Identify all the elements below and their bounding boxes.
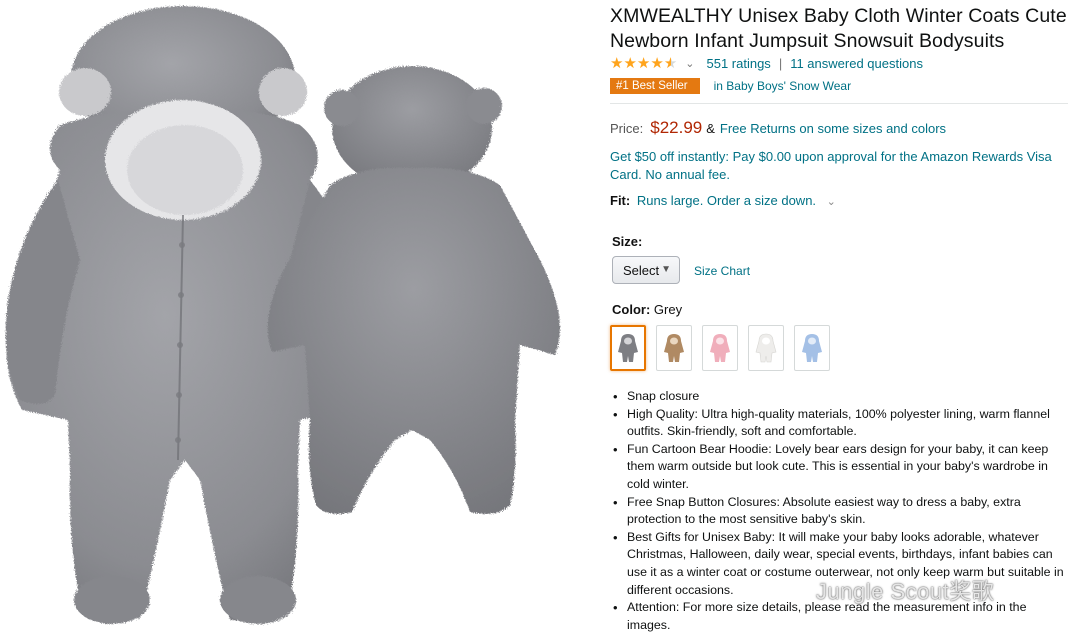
feature-bullet: Free Snap Button Closures: Absolute easi… xyxy=(610,494,1072,529)
price-amp: & xyxy=(706,121,715,136)
size-chart-link[interactable]: Size Chart xyxy=(694,264,750,278)
feature-bullet: Fun Cartoon Bear Hoodie: Lovely bear ear… xyxy=(610,441,1072,494)
feature-bullet: High Quality: Ultra high-quality materia… xyxy=(610,406,1072,441)
chevron-down-icon[interactable]: ⌄ xyxy=(685,57,694,70)
free-returns-link[interactable]: Free Returns on some sizes and colors xyxy=(720,121,946,136)
product-title: XMWEALTHY Unisex Baby Cloth Winter Coats… xyxy=(610,5,1067,52)
price-value: $22.99 xyxy=(650,118,703,137)
product-photo xyxy=(5,6,560,624)
feature-bullet: Best Gifts for Unisex Baby: It will make… xyxy=(610,529,1072,599)
fit-row: Fit: Runs large. Order a size down. ⌄ xyxy=(610,193,836,208)
price-row: Price: $22.99 & Free Returns on some siz… xyxy=(610,118,946,138)
snowsuit-thumbnail-icon xyxy=(755,333,777,363)
divider xyxy=(610,103,1068,104)
size-dropdown-value: Select xyxy=(623,262,660,278)
best-seller-category-link[interactable]: in Baby Boys' Snow Wear xyxy=(714,79,851,93)
star-rating[interactable]: ★ ★ ★ ★ ★ xyxy=(610,56,677,71)
feature-bullets: Snap closure High Quality: Ultra high-qu… xyxy=(610,388,1072,634)
color-label: Color: xyxy=(612,302,651,317)
chevron-down-icon[interactable]: ⌄ xyxy=(827,196,836,208)
ratings-link[interactable]: 551 ratings xyxy=(706,56,770,71)
best-seller-badge[interactable]: #1 Best Seller xyxy=(610,78,708,94)
product-image-area[interactable] xyxy=(0,0,590,644)
size-dropdown[interactable]: Select ▼ xyxy=(612,256,680,284)
snowsuit-thumbnail-icon xyxy=(710,334,730,362)
star-icon: ★ xyxy=(636,54,651,72)
color-swatch-pink[interactable] xyxy=(702,325,738,371)
rating-row: ★ ★ ★ ★ ★ ⌄ 551 ratings | 11 answered qu… xyxy=(610,54,923,72)
price-label: Price: xyxy=(610,121,644,136)
star-icon: ★ xyxy=(610,54,624,72)
separator: | xyxy=(778,55,783,71)
best-seller-row: #1 Best Seller in Baby Boys' Snow Wear xyxy=(610,77,851,95)
color-swatch-brown[interactable] xyxy=(656,325,692,371)
feature-bullet: Snap closure xyxy=(610,388,1072,406)
feature-bullet: Attention: For more size details, please… xyxy=(610,599,1072,634)
fit-label: Fit: xyxy=(610,193,631,208)
answered-questions-link[interactable]: 11 answered questions xyxy=(790,56,923,71)
fit-value-link[interactable]: Runs large. Order a size down. xyxy=(637,193,816,208)
size-label: Size: xyxy=(612,234,643,249)
color-swatch-grey[interactable] xyxy=(610,325,646,371)
snowsuit-thumbnail-icon xyxy=(618,334,638,362)
back-view-suit xyxy=(267,66,560,514)
snowsuit-thumbnail-icon xyxy=(664,334,684,362)
color-swatch-white[interactable] xyxy=(748,325,784,371)
product-details: XMWEALTHY Unisex Baby Cloth Winter Coats… xyxy=(610,0,1072,644)
star-half-icon: ★ xyxy=(663,54,678,72)
star-icon: ★ xyxy=(650,54,664,72)
color-row: Color: Grey xyxy=(612,302,682,317)
chevron-down-icon: ▼ xyxy=(661,264,671,275)
color-swatch-blue[interactable] xyxy=(794,325,830,371)
rewards-promo-link[interactable]: Get $50 off instantly: Pay $0.00 upon ap… xyxy=(610,148,1055,183)
best-seller-badge-text: #1 Best Seller xyxy=(616,80,688,92)
star-icon: ★ xyxy=(623,54,637,72)
color-value: Grey xyxy=(653,302,683,317)
color-swatches xyxy=(610,325,830,371)
snowsuit-thumbnail-icon xyxy=(802,334,822,362)
